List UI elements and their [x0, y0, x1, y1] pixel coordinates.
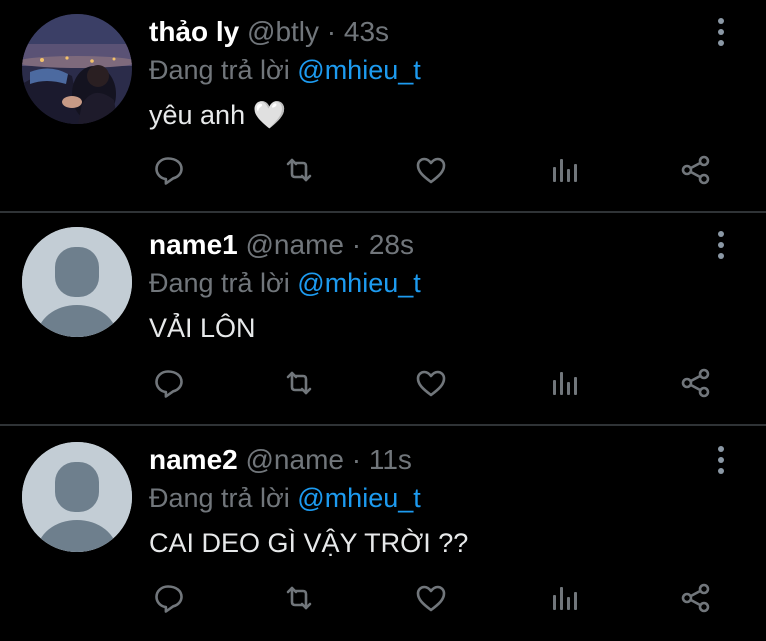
display-name[interactable]: name1	[149, 229, 238, 260]
default-avatar-icon	[22, 442, 132, 552]
username[interactable]: @name	[246, 229, 344, 260]
like-icon[interactable]	[409, 361, 453, 405]
share-icon[interactable]	[674, 148, 718, 192]
username[interactable]: @name	[246, 444, 344, 475]
retweet-icon[interactable]	[277, 576, 321, 620]
stats-icon[interactable]	[542, 576, 586, 620]
display-name[interactable]: name2	[149, 444, 238, 475]
more-options-icon[interactable]	[706, 16, 736, 48]
like-icon[interactable]	[409, 576, 453, 620]
timestamp[interactable]: 43s	[344, 16, 389, 47]
stats-icon[interactable]	[542, 148, 586, 192]
username[interactable]: @btly	[247, 16, 319, 47]
more-options-icon[interactable]	[706, 229, 736, 261]
avatar[interactable]	[22, 14, 132, 124]
mention-link[interactable]: @mhieu_t	[297, 55, 420, 85]
timestamp[interactable]: 28s	[369, 229, 414, 260]
action-bar	[0, 148, 766, 198]
display-name[interactable]: thảo ly	[149, 16, 239, 47]
separator: ·	[326, 16, 337, 47]
avatar[interactable]	[22, 227, 132, 337]
tweet-text: VẢI LÔN	[149, 313, 256, 343]
tweet[interactable]: name1 @name · 28s Đang trả lời @mhieu_t …	[0, 213, 766, 426]
separator: ·	[351, 444, 362, 475]
reply-icon[interactable]	[146, 361, 190, 405]
replying-to-label: Đang trả lời	[149, 55, 290, 85]
retweet-icon[interactable]	[277, 361, 321, 405]
reply-icon[interactable]	[146, 576, 190, 620]
separator: ·	[351, 229, 362, 260]
mention-link[interactable]: @mhieu_t	[297, 268, 420, 298]
more-options-icon[interactable]	[706, 444, 736, 476]
tweet-text: CAI DEO GÌ VẬY TRỜI ??	[149, 528, 469, 558]
mention-link[interactable]: @mhieu_t	[297, 483, 420, 513]
tweet-text: yêu anh 🤍	[149, 100, 287, 130]
like-icon[interactable]	[409, 148, 453, 192]
action-bar	[0, 576, 766, 626]
avatar[interactable]	[22, 442, 132, 552]
replying-to: Đang trả lời @mhieu_t	[149, 480, 421, 516]
action-bar	[0, 361, 766, 411]
stats-icon[interactable]	[542, 361, 586, 405]
replying-to-label: Đang trả lời	[149, 268, 290, 298]
photo-avatar-icon	[22, 14, 132, 124]
replying-to: Đang trả lời @mhieu_t	[149, 265, 421, 301]
timestamp[interactable]: 11s	[369, 444, 412, 475]
replying-to: Đang trả lời @mhieu_t	[149, 52, 421, 88]
retweet-icon[interactable]	[277, 148, 321, 192]
share-icon[interactable]	[674, 361, 718, 405]
share-icon[interactable]	[674, 576, 718, 620]
default-avatar-icon	[22, 227, 132, 337]
tweet[interactable]: thảo ly @btly · 43s Đang trả lời @mhieu_…	[0, 0, 766, 213]
reply-icon[interactable]	[146, 148, 190, 192]
tweet[interactable]: name2 @name · 11s Đang trả lời @mhieu_t …	[0, 428, 766, 641]
replying-to-label: Đang trả lời	[149, 483, 290, 513]
